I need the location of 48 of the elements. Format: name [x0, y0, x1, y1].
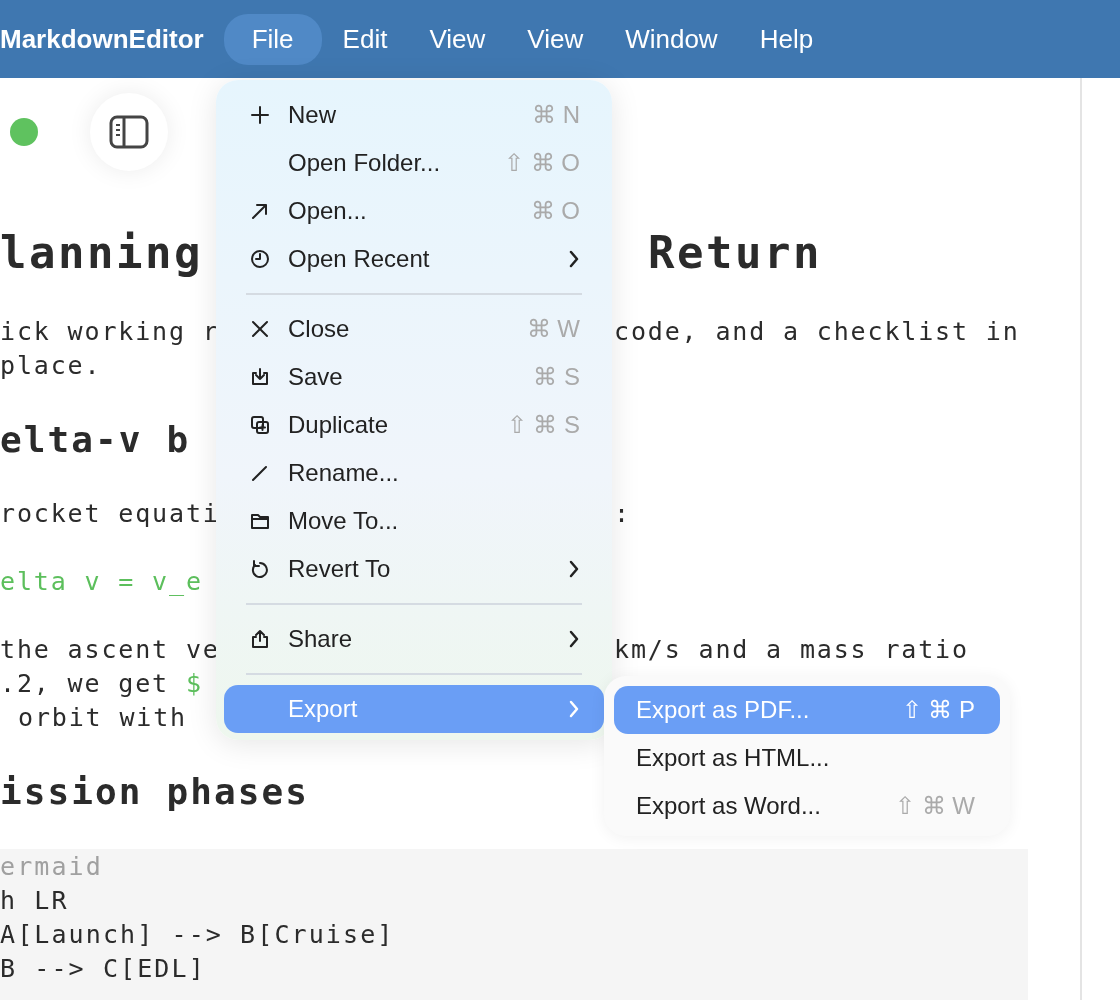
code-line: ermaid [0, 851, 103, 883]
clock-icon [250, 249, 270, 269]
paragraph-line: elta v = v_e [0, 566, 203, 598]
paragraph-line: .2, we get $ [0, 668, 203, 700]
paragraph-line: km/s and a mass ratio [614, 634, 969, 666]
arrow-icon [250, 201, 270, 221]
document-title: lanning [0, 226, 203, 280]
menu-item[interactable]: Export as Word... ⇧ ⌘ W [614, 782, 1000, 830]
sidebar-icon [109, 115, 149, 149]
menu-item[interactable]: Open Folder... ⇧ ⌘ O [224, 139, 604, 187]
menu-item[interactable]: Move To... [224, 497, 604, 545]
paragraph-line: orbit with [18, 702, 187, 734]
menu-bar-item[interactable]: Edit [321, 13, 409, 65]
menu-item[interactable]: Export as HTML... [614, 734, 1000, 782]
menu-item[interactable]: New ⌘ N [224, 91, 604, 139]
download-icon [250, 367, 270, 387]
code-line: A[Launch] --> B[Cruise] [0, 919, 395, 951]
section-heading: ission phases [0, 770, 310, 814]
paragraph-line: : [614, 498, 631, 530]
menu-bar-item[interactable]: File [223, 13, 322, 65]
paragraph-line: rocket equati [0, 498, 220, 530]
menu-bar-item[interactable]: Help [738, 13, 835, 65]
menu-bar-item[interactable]: Window [604, 13, 739, 65]
menu-item[interactable]: Close ⌘ W [224, 305, 604, 353]
paragraph-line: ick working r [0, 316, 220, 348]
menu-item[interactable]: Revert To [224, 545, 604, 593]
folder-icon [250, 511, 270, 531]
menu-bar-item[interactable]: View [408, 13, 507, 65]
menu-item[interactable]: Rename... [224, 449, 604, 497]
code-line: B --> C[EDL] [0, 953, 206, 985]
document-title: Return [647, 226, 822, 280]
menu-bar-item[interactable]: View [506, 13, 605, 65]
paragraph-line: place. [0, 350, 102, 382]
code-line: h LR [0, 885, 69, 917]
undo-icon [250, 559, 270, 579]
app-name: MarkdownEditor [0, 23, 204, 55]
menu-item[interactable]: Open Recent [224, 235, 604, 283]
menu-item[interactable]: Save ⌘ S [224, 353, 604, 401]
plus-icon [250, 105, 270, 125]
menu-item[interactable]: Share [224, 615, 604, 663]
close-icon [250, 319, 270, 339]
menu-item[interactable]: Open... ⌘ O [224, 187, 604, 235]
paragraph-line: the ascent ve [0, 634, 220, 666]
duplicate-icon [250, 415, 270, 435]
paragraph-line: code, and a checklist in [614, 316, 1020, 348]
menu-item[interactable]: Duplicate ⇧ ⌘ S [224, 401, 604, 449]
share-icon [250, 629, 270, 649]
section-heading: elta-v b [0, 418, 191, 462]
